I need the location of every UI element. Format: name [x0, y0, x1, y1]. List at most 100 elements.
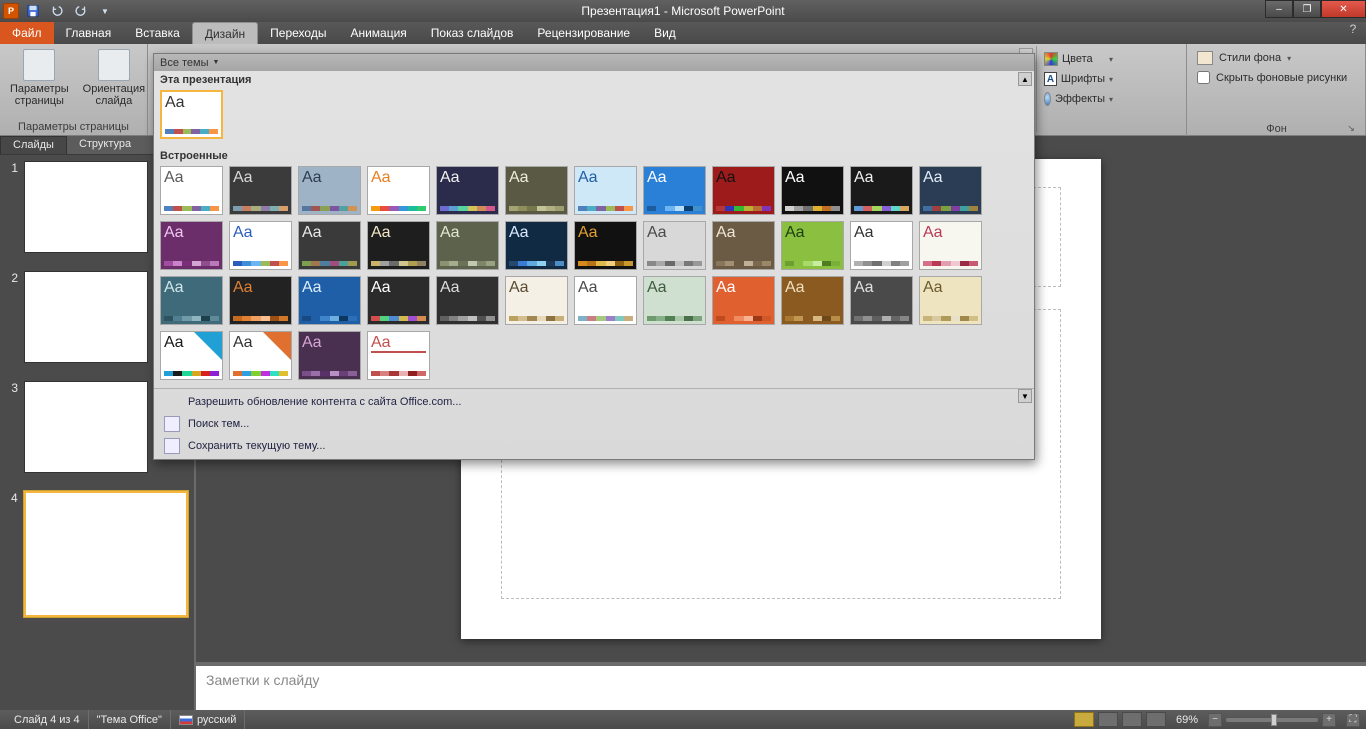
theme-fonts-button[interactable]: A Шрифты ▾: [1041, 70, 1116, 88]
theme-thumbnail[interactable]: Aa: [229, 331, 292, 380]
view-slideshow-button[interactable]: [1146, 712, 1166, 727]
view-sorter-button[interactable]: [1098, 712, 1118, 727]
slide-number: 3: [6, 381, 18, 473]
close-button[interactable]: ✕: [1321, 0, 1366, 18]
tab-view[interactable]: Вид: [642, 22, 688, 44]
gallery-scroll-down-icon[interactable]: ▼: [1018, 389, 1032, 403]
tab-home[interactable]: Главная: [54, 22, 124, 44]
ribbon-help-icon[interactable]: ?: [1344, 22, 1362, 40]
maximize-button[interactable]: ❐: [1293, 0, 1321, 18]
theme-effects-button[interactable]: Эффекты ▾: [1041, 90, 1116, 108]
theme-thumbnail[interactable]: Aa: [298, 166, 361, 215]
gallery-save-theme-link[interactable]: Сохранить текущую тему...: [154, 435, 1034, 457]
theme-thumbnail[interactable]: Aa: [229, 276, 292, 325]
theme-thumbnail[interactable]: Aa: [367, 331, 430, 380]
qat-customize-icon[interactable]: ▼: [95, 2, 115, 20]
theme-thumbnail[interactable]: Aa: [781, 221, 844, 270]
save-icon[interactable]: [23, 2, 43, 20]
theme-fonts-label: Шрифты: [1061, 73, 1105, 85]
theme-thumbnail[interactable]: Aa: [229, 221, 292, 270]
theme-thumbnail[interactable]: Aa: [505, 221, 568, 270]
theme-thumbnail[interactable]: Aa: [505, 166, 568, 215]
undo-icon[interactable]: [47, 2, 67, 20]
gallery-header[interactable]: Все темы ▼: [154, 54, 1034, 71]
theme-thumbnail[interactable]: Aa: [574, 276, 637, 325]
theme-thumbnail[interactable]: Aa: [781, 166, 844, 215]
theme-thumbnail[interactable]: Aa: [298, 331, 361, 380]
theme-color-strip: [578, 261, 633, 266]
status-theme[interactable]: "Тема Office": [89, 710, 171, 729]
theme-thumbnail[interactable]: Aa: [574, 221, 637, 270]
theme-thumbnail[interactable]: Aa: [436, 166, 499, 215]
theme-thumbnail[interactable]: Aa: [781, 276, 844, 325]
theme-thumbnail[interactable]: Aa: [643, 166, 706, 215]
theme-thumbnail[interactable]: Aa: [160, 276, 223, 325]
tab-insert[interactable]: Вставка: [123, 22, 192, 44]
theme-thumbnail[interactable]: Aa: [160, 166, 223, 215]
tab-file[interactable]: Файл: [0, 22, 54, 44]
zoom-out-button[interactable]: −: [1208, 713, 1222, 727]
theme-thumbnail[interactable]: Aa: [643, 276, 706, 325]
tab-design[interactable]: Дизайн: [192, 22, 258, 44]
view-normal-button[interactable]: [1074, 712, 1094, 727]
zoom-slider[interactable]: [1226, 718, 1318, 722]
theme-thumbnail[interactable]: Aa: [850, 276, 913, 325]
panel-tab-outline[interactable]: Структура: [67, 136, 143, 154]
group-caption-page-setup: Параметры страницы: [6, 121, 141, 134]
theme-thumbnail[interactable]: Aa: [505, 276, 568, 325]
gallery-save-label: Сохранить текущую тему...: [188, 440, 325, 452]
theme-thumbnail[interactable]: Aa: [160, 90, 223, 139]
theme-thumbnail[interactable]: Aa: [850, 221, 913, 270]
fit-to-window-button[interactable]: ⛶: [1346, 713, 1360, 727]
zoom-in-button[interactable]: +: [1322, 713, 1336, 727]
notes-pane[interactable]: Заметки к слайду: [196, 666, 1366, 710]
theme-thumbnail[interactable]: Aa: [229, 166, 292, 215]
theme-thumbnail[interactable]: Aa: [436, 221, 499, 270]
tab-slideshow[interactable]: Показ слайдов: [419, 22, 526, 44]
theme-thumbnail[interactable]: Aa: [367, 166, 430, 215]
theme-colors-button[interactable]: Цвета ▾: [1041, 50, 1116, 68]
theme-thumbnail[interactable]: Aa: [160, 221, 223, 270]
status-language[interactable]: русский: [171, 710, 245, 729]
theme-thumbnail[interactable]: Aa: [712, 166, 775, 215]
zoom-slider-knob[interactable]: [1271, 714, 1277, 726]
theme-thumbnail[interactable]: Aa: [367, 221, 430, 270]
theme-sample-text: Aa: [440, 225, 495, 241]
gallery-scroll-up-icon[interactable]: ▲: [1018, 72, 1032, 86]
theme-thumbnail[interactable]: Aa: [298, 276, 361, 325]
theme-thumbnail[interactable]: Aa: [436, 276, 499, 325]
theme-color-strip: [371, 371, 426, 376]
tab-transitions[interactable]: Переходы: [258, 22, 338, 44]
slide-thumbnail-selected[interactable]: 4: [6, 491, 188, 617]
theme-thumbnail[interactable]: Aa: [298, 221, 361, 270]
theme-thumbnail[interactable]: Aa: [919, 276, 982, 325]
theme-thumbnail[interactable]: Aa: [919, 166, 982, 215]
background-styles-button[interactable]: Стили фона ▾: [1195, 48, 1358, 68]
theme-thumbnail[interactable]: Aa: [367, 276, 430, 325]
view-reading-button[interactable]: [1122, 712, 1142, 727]
hide-bg-graphics-input[interactable]: [1197, 71, 1210, 84]
app-icon[interactable]: P: [3, 3, 19, 19]
gallery-update-office-link[interactable]: Разрешить обновление контента с сайта Of…: [154, 391, 1034, 413]
theme-thumbnail[interactable]: Aa: [712, 221, 775, 270]
theme-color-strip: [233, 261, 288, 266]
theme-thumbnail[interactable]: Aa: [850, 166, 913, 215]
gallery-search-themes-link[interactable]: Поиск тем...: [154, 413, 1034, 435]
tab-review[interactable]: Рецензирование: [525, 22, 642, 44]
tab-animation[interactable]: Анимация: [338, 22, 418, 44]
background-dialog-launcher-icon[interactable]: ↘: [1344, 121, 1358, 135]
hide-bg-graphics-checkbox[interactable]: Скрыть фоновые рисунки: [1195, 68, 1358, 87]
minimize-button[interactable]: –: [1265, 0, 1293, 18]
theme-thumbnail[interactable]: Aa: [643, 221, 706, 270]
theme-thumbnail[interactable]: Aa: [160, 331, 223, 380]
theme-thumbnail[interactable]: Aa: [574, 166, 637, 215]
theme-thumbnail[interactable]: Aa: [712, 276, 775, 325]
page-setup-button[interactable]: Параметры страницы: [6, 47, 73, 109]
panel-tab-slides[interactable]: Слайды: [0, 136, 67, 154]
zoom-percent[interactable]: 69%: [1170, 714, 1204, 726]
theme-thumbnail[interactable]: Aa: [919, 221, 982, 270]
redo-icon[interactable]: [71, 2, 91, 20]
status-slide-info[interactable]: Слайд 4 из 4: [6, 710, 89, 729]
themes-side-options: ▲ ▼ ▾ Цвета ▾ A Шрифты ▾ Эффекты ▾: [1036, 46, 1120, 132]
slide-orientation-button[interactable]: Ориентация слайда: [79, 47, 149, 109]
